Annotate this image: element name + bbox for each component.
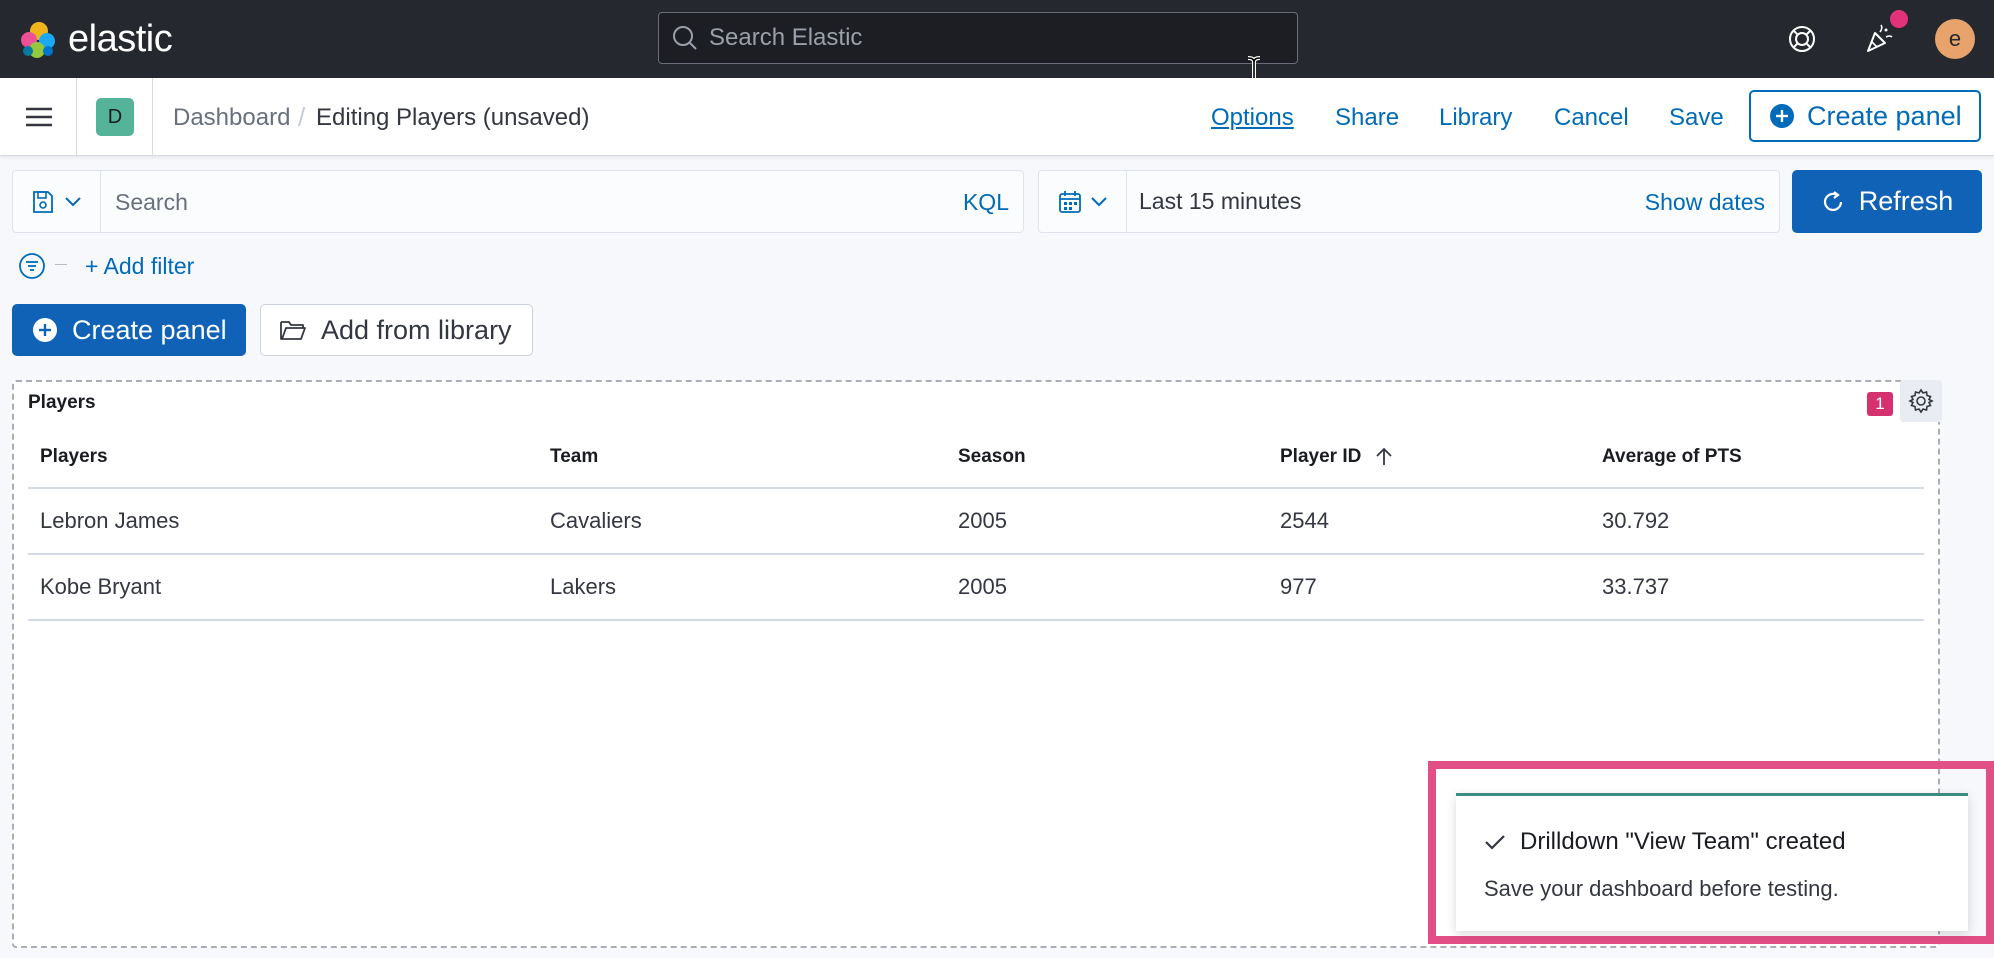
table-cell[interactable]: 2005	[946, 554, 1268, 621]
query-language-toggle[interactable]: KQL	[963, 189, 1009, 216]
add-filter-link[interactable]: + Add filter	[85, 253, 194, 280]
column-header-average-pts[interactable]: Average of PTS	[1590, 426, 1924, 489]
elastic-cluster-icon	[21, 21, 55, 58]
library-link[interactable]: Library	[1439, 104, 1512, 132]
table-row: Kobe Bryant Lakers 2005 977 33.737	[28, 554, 1924, 621]
create-panel-button[interactable]: Create panel	[12, 304, 246, 356]
user-avatar[interactable]: e	[1935, 19, 1975, 59]
column-header-team[interactable]: Team	[538, 426, 946, 489]
search-icon	[673, 26, 697, 50]
column-header-season[interactable]: Season	[946, 426, 1268, 489]
table-cell[interactable]: 2544	[1268, 488, 1590, 555]
help-lifebuoy-icon	[1789, 26, 1815, 52]
menu-hamburger-icon[interactable]	[24, 102, 54, 132]
column-header-players[interactable]: Players	[28, 426, 538, 489]
toast-title-text: Drilldown "View Team" created	[1520, 828, 1846, 855]
nav-divider	[152, 78, 153, 156]
breadcrumb-dashboard[interactable]: Dashboard	[173, 104, 290, 132]
panel-options-button[interactable]	[1900, 380, 1942, 422]
save-disk-icon	[32, 190, 53, 213]
panel-title: Players	[28, 392, 96, 413]
refresh-button[interactable]: Refresh	[1792, 170, 1982, 233]
calendar-icon	[1058, 190, 1081, 213]
help-button[interactable]	[1780, 17, 1824, 61]
breadcrumb-separator: /	[298, 102, 306, 132]
space-avatar[interactable]: D	[96, 98, 134, 136]
share-link[interactable]: Share	[1335, 104, 1399, 132]
table-row: Lebron James Cavaliers 2005 2544 30.792	[28, 488, 1924, 555]
plus-circle-icon	[33, 318, 57, 342]
add-from-library-button[interactable]: Add from library	[260, 304, 533, 356]
table-cell[interactable]: Kobe Bryant	[28, 554, 538, 621]
chevron-down-icon	[64, 196, 81, 206]
table-cell[interactable]: 30.792	[1590, 488, 1924, 555]
global-search[interactable]	[658, 12, 1298, 64]
column-header-player-id[interactable]: Player ID	[1268, 426, 1590, 489]
table-cell[interactable]: Lebron James	[28, 488, 538, 555]
table-cell[interactable]: 977	[1268, 554, 1590, 621]
check-icon	[1485, 835, 1505, 850]
quick-select-button[interactable]	[1039, 171, 1127, 232]
notification-dot	[1890, 10, 1908, 28]
show-dates-link[interactable]: Show dates	[1645, 189, 1765, 216]
players-table: Players Team Season Player ID Average of…	[28, 426, 1924, 621]
refresh-icon	[1823, 190, 1842, 211]
refresh-label: Refresh	[1858, 186, 1954, 216]
time-range-value[interactable]: Last 15 minutes	[1139, 188, 1301, 215]
date-picker: Last 15 minutes Show dates	[1038, 170, 1780, 233]
create-panel-label: Create panel	[72, 314, 227, 345]
create-panel-button-header[interactable]: Create panel	[1749, 90, 1981, 142]
table-cell[interactable]: 2005	[946, 488, 1268, 555]
create-panel-label: Create panel	[1807, 100, 1962, 131]
options-link[interactable]: Options	[1211, 104, 1294, 132]
query-search-input[interactable]	[115, 185, 935, 219]
table-cell[interactable]: Lakers	[538, 554, 946, 621]
global-header: elastic e	[0, 0, 1994, 78]
query-bar: KQL	[12, 170, 1024, 233]
toast-title: Drilldown "View Team" created	[1484, 828, 1846, 856]
table-cell[interactable]: Cavaliers	[538, 488, 946, 555]
table-cell[interactable]: 33.737	[1590, 554, 1924, 621]
filter-menu-icon[interactable]	[18, 252, 46, 280]
chevron-down-icon	[1090, 196, 1107, 206]
filter-divider	[55, 264, 67, 265]
drilldown-count-badge[interactable]: 1	[1867, 392, 1893, 416]
add-from-library-label: Add from library	[321, 314, 512, 345]
toast-body: Save your dashboard before testing.	[1484, 876, 1839, 901]
breadcrumb-current: Editing Players (unsaved)	[316, 104, 590, 131]
nav-divider	[76, 78, 77, 156]
app-nav-bar: D Dashboard / Editing Players (unsaved) …	[0, 78, 1994, 156]
gear-icon	[1908, 388, 1934, 414]
saved-query-button[interactable]	[13, 171, 101, 232]
success-toast[interactable]: Drilldown "View Team" created Save your …	[1456, 793, 1968, 931]
cheer-party-icon	[1867, 24, 1893, 52]
cancel-link[interactable]: Cancel	[1554, 104, 1629, 132]
global-search-input[interactable]	[709, 24, 1269, 52]
sort-ascending-icon[interactable]	[1375, 446, 1393, 466]
elastic-logo[interactable]: elastic	[18, 18, 173, 61]
folder-open-icon	[280, 321, 306, 340]
brand-name: elastic	[68, 18, 173, 60]
plus-circle-icon	[1770, 104, 1794, 128]
table-header-row: Players Team Season Player ID Average of…	[28, 426, 1924, 489]
save-link[interactable]: Save	[1669, 104, 1724, 132]
